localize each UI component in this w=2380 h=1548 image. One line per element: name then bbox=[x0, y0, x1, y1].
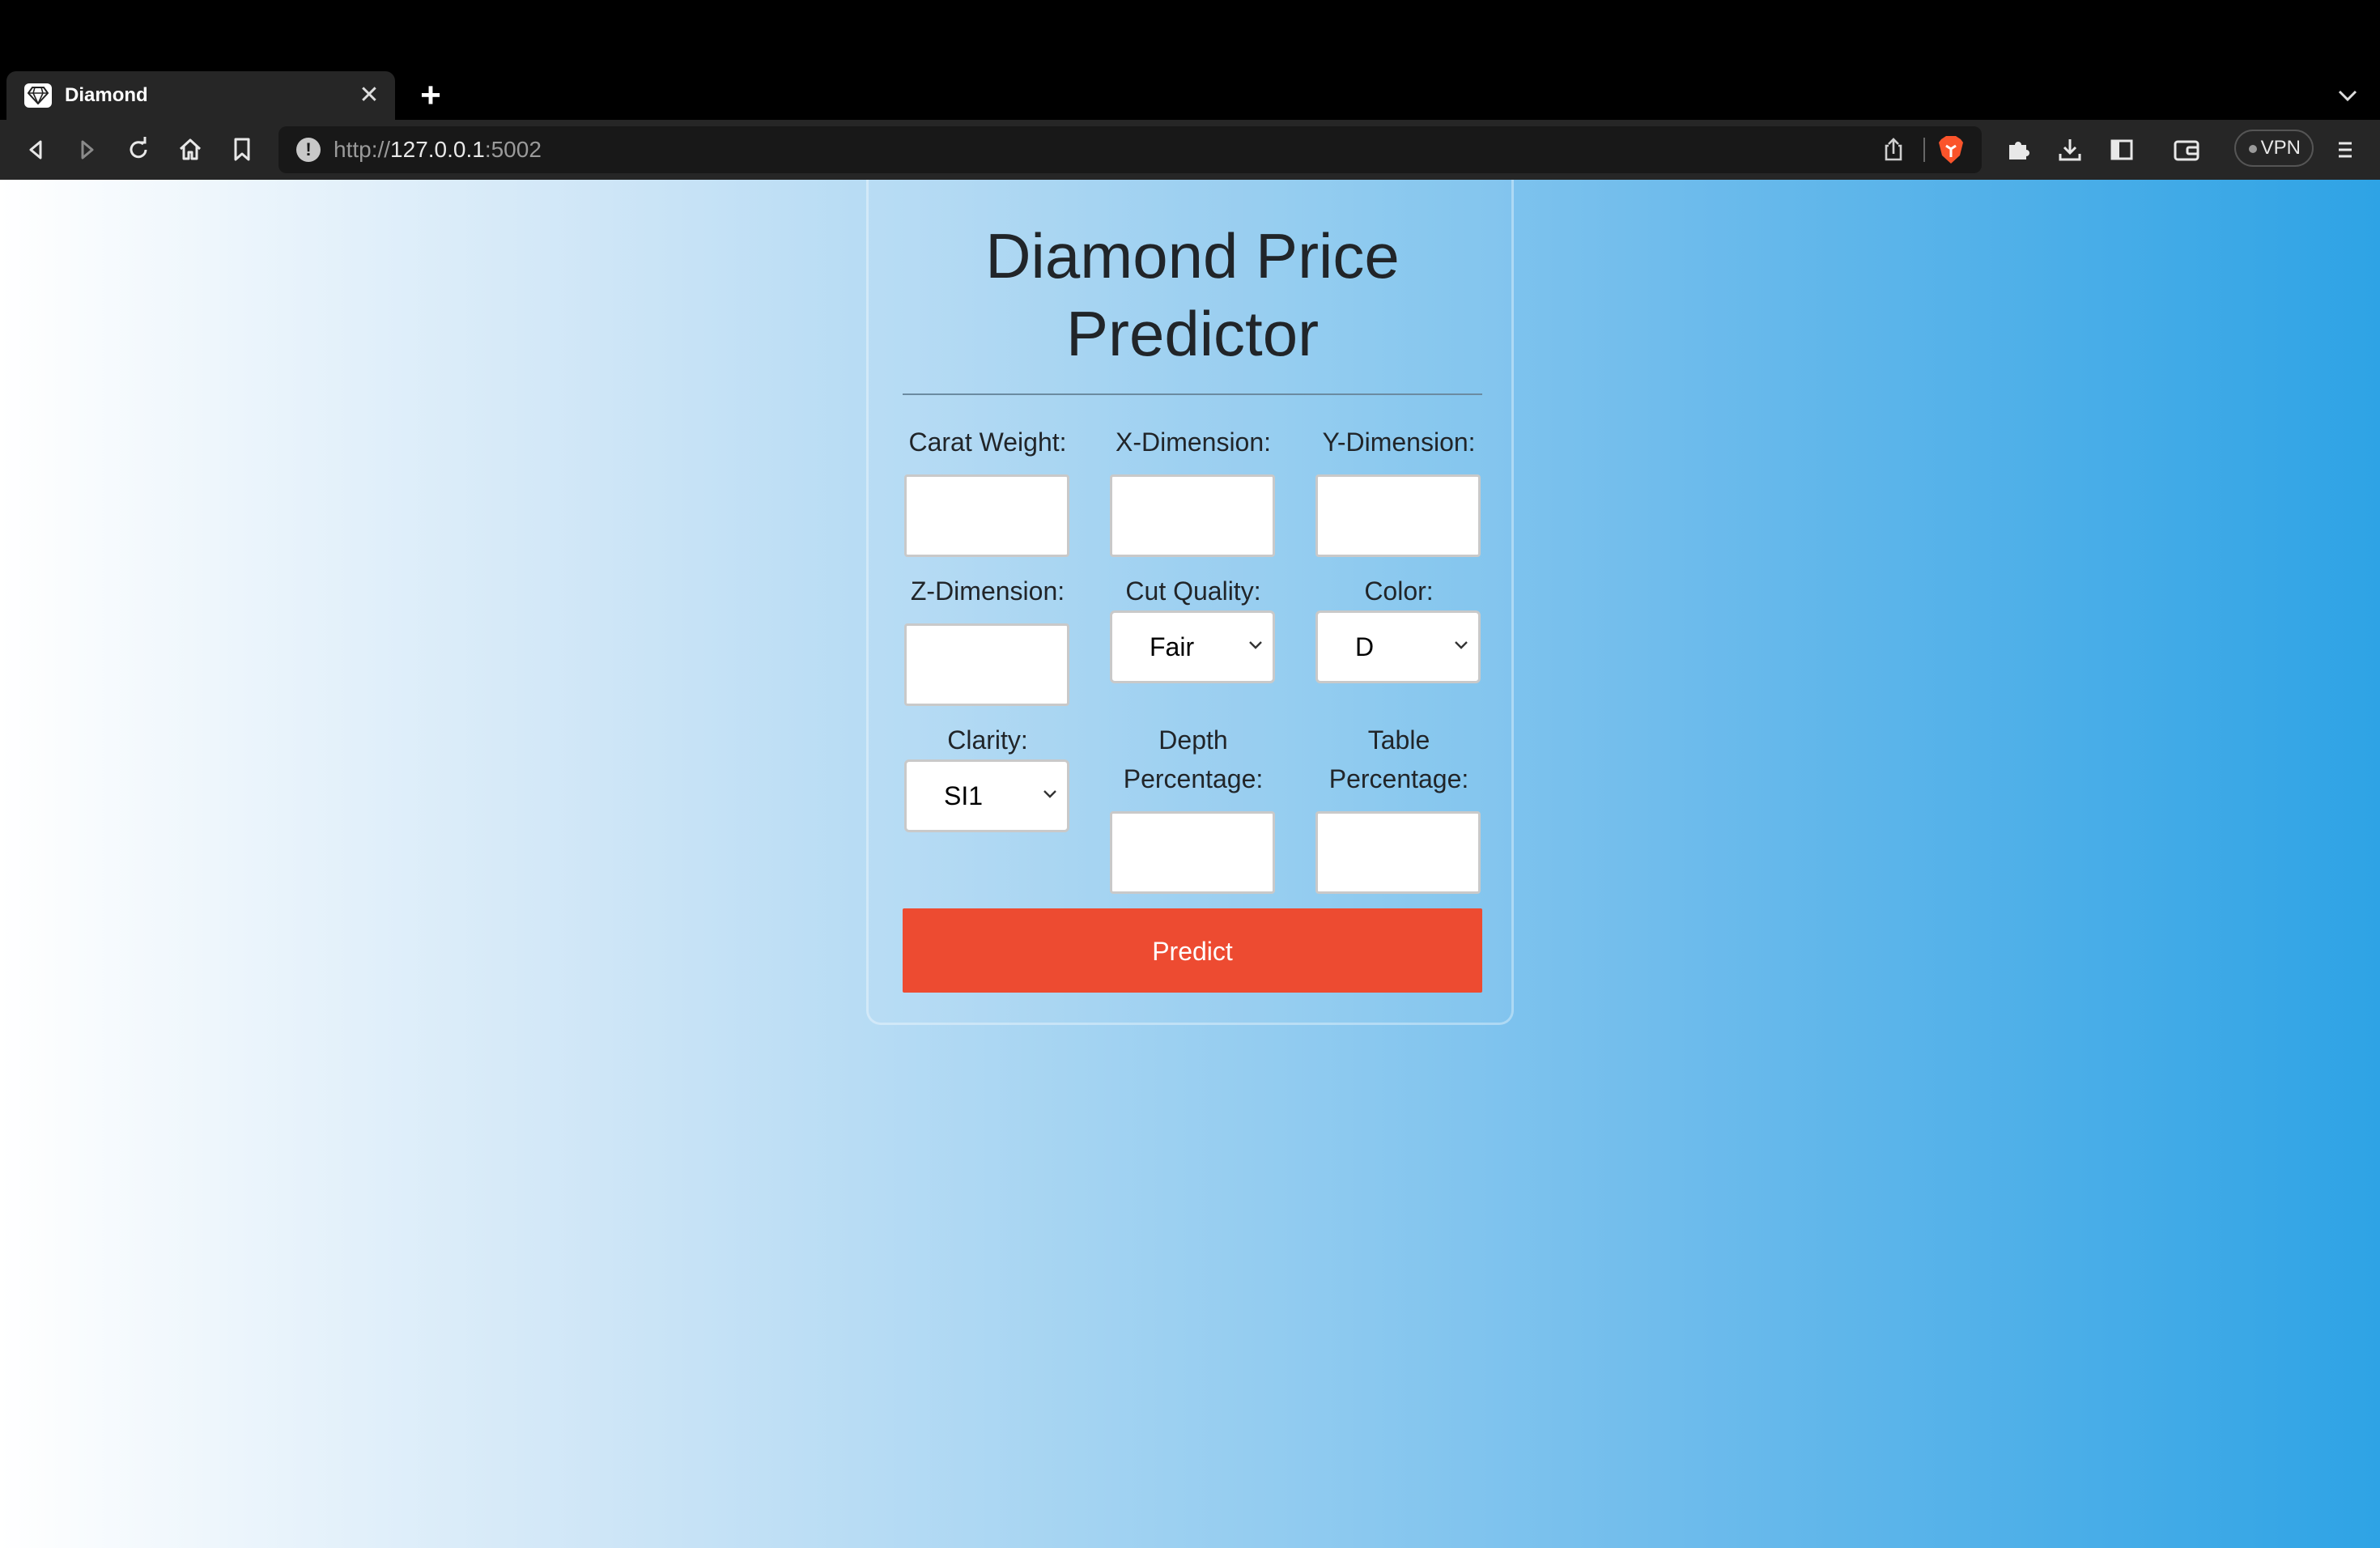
x-dimension-label: X-Dimension: bbox=[1115, 427, 1272, 457]
browser-toolbar: ! http://127.0.0.1:5002 VPN bbox=[0, 120, 2380, 180]
title-divider bbox=[903, 393, 1482, 395]
cut-quality-label: Cut Quality: bbox=[1125, 576, 1261, 606]
url-text: http://127.0.0.1:5002 bbox=[334, 126, 542, 173]
clarity-label: Clarity: bbox=[947, 725, 1028, 755]
chevron-down-icon bbox=[1452, 639, 1470, 652]
predict-button[interactable]: Predict bbox=[903, 908, 1482, 993]
forward-icon[interactable] bbox=[68, 131, 105, 168]
tab-strip: Diamond ✕ + bbox=[0, 0, 2380, 120]
chevron-down-icon bbox=[1041, 788, 1059, 801]
z-dimension-label: Z-Dimension: bbox=[910, 576, 1065, 606]
depth-label-line-1: Depth bbox=[1158, 725, 1228, 755]
clarity-value: SI1 bbox=[944, 781, 984, 810]
tab-title: Diamond bbox=[65, 84, 148, 106]
predictor-form-card: Diamond Price Predictor Carat Weight: X-… bbox=[866, 180, 1514, 1025]
table-percentage-input[interactable] bbox=[1315, 811, 1481, 894]
cut-quality-select[interactable]: Fair bbox=[1110, 610, 1275, 683]
wallet-icon[interactable] bbox=[2168, 131, 2205, 168]
url-host: 127.0.0.1 bbox=[390, 137, 485, 162]
page-title: Diamond Price Predictor bbox=[869, 217, 1516, 372]
table-percentage-label: Table Percentage: bbox=[1314, 721, 1484, 798]
color-label: Color: bbox=[1364, 576, 1434, 606]
reload-icon[interactable] bbox=[120, 131, 157, 168]
home-icon[interactable] bbox=[172, 131, 209, 168]
title-line-1: Diamond Price bbox=[985, 220, 1400, 291]
tab-list-chevron-icon[interactable] bbox=[2331, 81, 2364, 110]
url-port: :5002 bbox=[484, 137, 542, 162]
extensions-puzzle-icon[interactable] bbox=[2000, 131, 2037, 168]
brave-shields-icon[interactable] bbox=[1936, 134, 1966, 165]
vpn-button[interactable]: VPN bbox=[2234, 130, 2314, 167]
downloads-icon[interactable] bbox=[2051, 131, 2089, 168]
share-icon[interactable] bbox=[1880, 136, 1907, 164]
chevron-down-icon bbox=[1247, 639, 1264, 652]
table-label-line-2: Percentage: bbox=[1328, 764, 1469, 793]
browser-tab-diamond[interactable]: Diamond ✕ bbox=[6, 71, 395, 120]
carat-weight-label: Carat Weight: bbox=[908, 427, 1067, 457]
carat-weight-input[interactable] bbox=[904, 474, 1069, 557]
cut-quality-value: Fair bbox=[1150, 632, 1195, 661]
bookmark-icon[interactable] bbox=[223, 131, 261, 168]
title-line-2: Predictor bbox=[1065, 298, 1320, 369]
menu-hamburger-icon[interactable] bbox=[2327, 131, 2364, 168]
tab-close-icon[interactable]: ✕ bbox=[355, 81, 384, 110]
url-scheme: http:// bbox=[334, 137, 391, 162]
z-dimension-input[interactable] bbox=[904, 623, 1069, 706]
color-value: D bbox=[1355, 632, 1375, 661]
table-label-line-1: Table bbox=[1367, 725, 1430, 755]
sidebar-toggle-icon[interactable] bbox=[2103, 131, 2140, 168]
page-viewport: Diamond Price Predictor Carat Weight: X-… bbox=[0, 180, 2380, 1548]
depth-percentage-input[interactable] bbox=[1110, 811, 1275, 894]
url-separator bbox=[1923, 138, 1925, 162]
x-dimension-input[interactable] bbox=[1110, 474, 1275, 557]
new-tab-plus-icon[interactable]: + bbox=[413, 78, 448, 113]
back-icon[interactable] bbox=[18, 131, 55, 168]
site-info-icon[interactable]: ! bbox=[296, 138, 321, 162]
address-bar[interactable]: ! http://127.0.0.1:5002 bbox=[278, 126, 1982, 173]
clarity-select[interactable]: SI1 bbox=[904, 759, 1069, 832]
vpn-label: VPN bbox=[2260, 137, 2301, 159]
depth-label-line-2: Percentage: bbox=[1123, 764, 1264, 793]
diamond-favicon-icon bbox=[24, 83, 52, 108]
depth-percentage-label: Depth Percentage: bbox=[1108, 721, 1278, 798]
y-dimension-label: Y-Dimension: bbox=[1322, 427, 1476, 457]
y-dimension-input[interactable] bbox=[1315, 474, 1481, 557]
color-select[interactable]: D bbox=[1315, 610, 1481, 683]
vpn-status-dot bbox=[2249, 145, 2257, 153]
